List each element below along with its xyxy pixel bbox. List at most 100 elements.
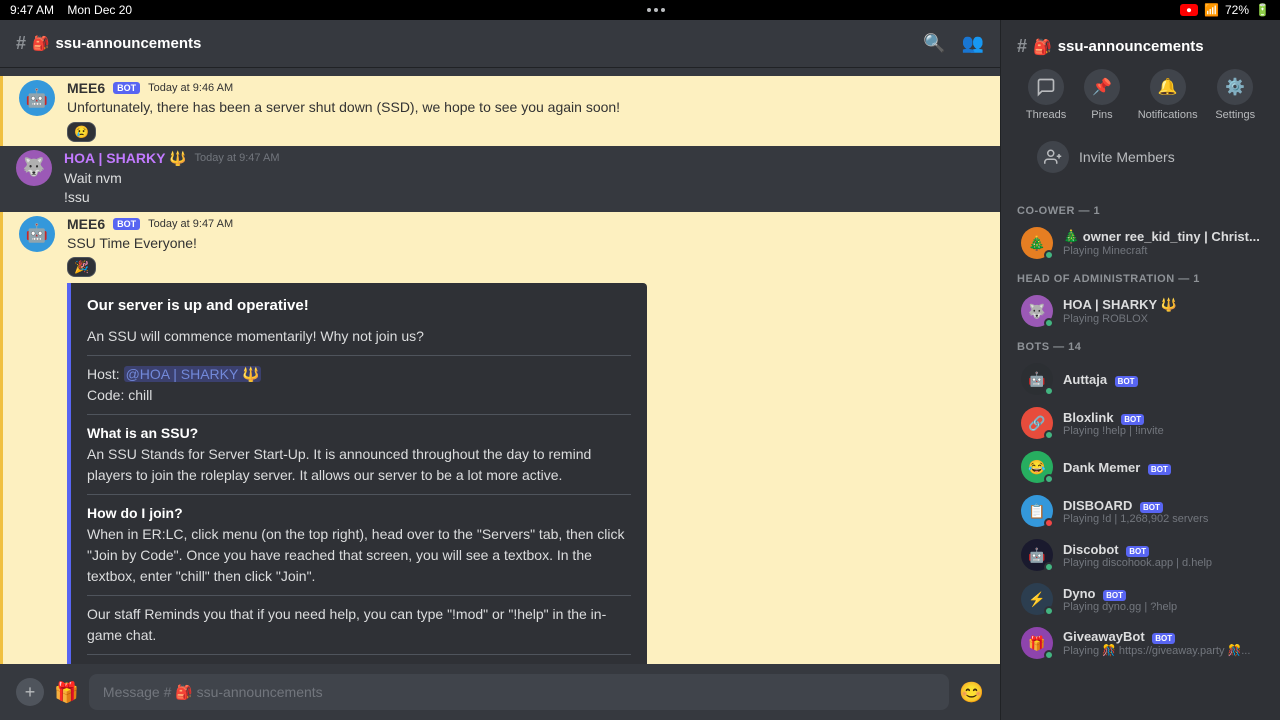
member-info: Auttaja BOT	[1063, 372, 1260, 387]
reaction[interactable]: 😢	[67, 122, 96, 142]
invite-members-button[interactable]: Invite Members	[1025, 133, 1256, 181]
add-button[interactable]: +	[16, 678, 44, 706]
embed-host-mention: @HOA | SHARKY 🔱	[124, 366, 262, 382]
bot-badge: BOT	[1115, 376, 1138, 387]
member-activity: Playing dyno.gg | ?help	[1063, 601, 1260, 613]
list-item[interactable]: 🤖 Auttaja BOT	[1009, 357, 1272, 401]
right-panel: # 🎒 ssu-announcements Threads 📌 Pins	[1000, 20, 1280, 720]
status-dot	[1044, 474, 1054, 484]
avatar: 🤖	[1021, 363, 1053, 395]
embed-intro: An SSU will commence momentarily! Why no…	[87, 326, 631, 347]
chat-input[interactable]	[89, 674, 949, 710]
embed-how-join-title: How do I join?	[87, 503, 631, 524]
avatar: 🔗	[1021, 407, 1053, 439]
status-bar: 9:47 AM Mon Dec 20 ⏺ 📶 72% 🔋	[0, 0, 1280, 20]
message-item: 🤖 MEE6 BOT Today at 9:46 AM Unfortunatel…	[0, 76, 1000, 146]
reaction-area: 🎉	[67, 257, 984, 277]
right-actions: Threads 📌 Pins 🔔 Notifications ⚙️ Settin…	[1017, 69, 1264, 121]
channel-icon: 🎒	[32, 35, 49, 52]
member-info: Dank Memer BOT	[1063, 460, 1260, 475]
channel-name: ssu-announcements	[55, 35, 201, 52]
pins-label: Pins	[1091, 109, 1112, 121]
members-icon[interactable]: 👥	[962, 33, 984, 54]
notifications-label: Notifications	[1138, 109, 1198, 121]
reaction-area: 😢	[67, 122, 984, 142]
date: Mon Dec 20	[67, 3, 132, 17]
member-activity: Playing !d | 1,268,902 servers	[1063, 513, 1260, 525]
message-content: MEE6 BOT Today at 9:47 AM SSU Time Every…	[67, 216, 984, 664]
embed-title: Our server is up and operative!	[87, 295, 631, 318]
channel-name-area: # 🎒 ssu-announcements	[16, 33, 201, 54]
channel-hash-icon: #	[16, 33, 26, 54]
message-timestamp: Today at 9:46 AM	[148, 82, 233, 94]
time: 9:47 AM	[10, 3, 54, 17]
pins-button[interactable]: 📌 Pins	[1084, 69, 1120, 121]
list-item[interactable]: 🔗 Bloxlink BOT Playing !help | !invite	[1009, 401, 1272, 445]
embed-host-label: Host:	[87, 366, 120, 382]
avatar: 🎄	[1021, 227, 1053, 259]
bot-badge: BOT	[1103, 590, 1126, 601]
status-bar-right: ⏺ 📶 72% 🔋	[1180, 3, 1270, 17]
right-header: # 🎒 ssu-announcements Threads 📌 Pins	[1001, 20, 1280, 197]
status-bar-left: 9:47 AM Mon Dec 20	[10, 3, 132, 17]
bot-badge: BOT	[1140, 502, 1163, 513]
pins-icon: 📌	[1084, 69, 1120, 105]
member-activity: Playing Minecraft	[1063, 245, 1260, 257]
three-dots	[647, 8, 665, 12]
message-author: MEE6	[67, 216, 105, 232]
section-head-admin: HEAD OF ADMINISTRATION — 1	[1001, 265, 1280, 289]
member-info: HOA | SHARKY 🔱 Playing ROBLOX	[1063, 297, 1260, 325]
bot-badge: BOT	[113, 82, 140, 94]
bot-badge: BOT	[1121, 414, 1144, 425]
bot-badge: BOT	[1148, 464, 1171, 475]
member-name: DISBOARD BOT	[1063, 498, 1260, 513]
embed-what-ssu-title: What is an SSU?	[87, 423, 631, 444]
list-item[interactable]: 🎄 🎄 owner ree_kid_tiny | Christ... Playi…	[1009, 221, 1272, 265]
search-icon[interactable]: 🔍	[923, 33, 945, 54]
list-item[interactable]: 🤖 Discobot BOT Playing discohook.app | d…	[1009, 533, 1272, 577]
member-activity: Playing ROBLOX	[1063, 313, 1260, 325]
message-content: MEE6 BOT Today at 9:46 AM Unfortunately,…	[67, 80, 984, 142]
messages-container: 🤖 MEE6 BOT Today at 9:46 AM Unfortunatel…	[0, 68, 1000, 664]
message-text-2: !ssu	[64, 188, 984, 208]
member-activity: Playing 🎊 https://giveaway.party 🎊...	[1063, 644, 1260, 657]
status-dot	[1044, 606, 1054, 616]
list-item[interactable]: 😂 Dank Memer BOT	[1009, 445, 1272, 489]
threads-label: Threads	[1026, 109, 1066, 121]
list-item[interactable]: 🐺 HOA | SHARKY 🔱 Playing ROBLOX	[1009, 289, 1272, 333]
member-name: Bloxlink BOT	[1063, 410, 1260, 425]
list-item[interactable]: 📋 DISBOARD BOT Playing !d | 1,268,902 se…	[1009, 489, 1272, 533]
message-text: Wait nvm	[64, 169, 984, 189]
avatar: 🐺	[16, 150, 52, 186]
list-item[interactable]: ⚡ Dyno BOT Playing dyno.gg | ?help	[1009, 577, 1272, 621]
member-info: GiveawayBot BOT Playing 🎊 https://giveaw…	[1063, 629, 1260, 657]
emoji-button[interactable]: 😊	[959, 680, 984, 705]
avatar: 😂	[1021, 451, 1053, 483]
member-info: Dyno BOT Playing dyno.gg | ?help	[1063, 586, 1260, 613]
reaction[interactable]: 🎉	[67, 257, 96, 277]
avatar: ⚡	[1021, 583, 1053, 615]
notifications-button[interactable]: 🔔 Notifications	[1138, 69, 1198, 121]
message-timestamp: Today at 9:47 AM	[148, 218, 233, 230]
embed-how-join-text: When in ER:LC, click menu (on the top ri…	[87, 524, 631, 587]
member-info: Bloxlink BOT Playing !help | !invite	[1063, 410, 1260, 437]
member-name: 🎄 owner ree_kid_tiny | Christ...	[1063, 229, 1260, 245]
app-container: # 🎒 ssu-announcements 🔍 👥 🤖 MEE6 BOT Tod…	[0, 20, 1280, 720]
member-info: Discobot BOT Playing discohook.app | d.h…	[1063, 542, 1260, 569]
threads-button[interactable]: Threads	[1026, 69, 1066, 121]
chat-panel: # 🎒 ssu-announcements 🔍 👥 🤖 MEE6 BOT Tod…	[0, 20, 1000, 720]
right-channel-hash: #	[1017, 36, 1027, 57]
avatar: 🤖	[19, 80, 55, 116]
member-name: Dank Memer BOT	[1063, 460, 1260, 475]
gift-icon[interactable]: 🎁	[54, 680, 79, 705]
message-header: MEE6 BOT Today at 9:46 AM	[67, 80, 984, 96]
header-icons: 🔍 👥	[923, 33, 984, 54]
settings-button[interactable]: ⚙️ Settings	[1215, 69, 1255, 121]
embed-host: Host: @HOA | SHARKY 🔱	[87, 364, 631, 385]
embed-staff-note: Our staff Reminds you that if you need h…	[87, 604, 631, 646]
member-info: 🎄 owner ree_kid_tiny | Christ... Playing…	[1063, 229, 1260, 257]
bot-badge: BOT	[1126, 546, 1149, 557]
status-dot	[1044, 430, 1054, 440]
list-item[interactable]: 🎁 GiveawayBot BOT Playing 🎊 https://give…	[1009, 621, 1272, 665]
message-item: 🤖 MEE6 BOT Today at 9:47 AM SSU Time Eve…	[0, 212, 1000, 664]
